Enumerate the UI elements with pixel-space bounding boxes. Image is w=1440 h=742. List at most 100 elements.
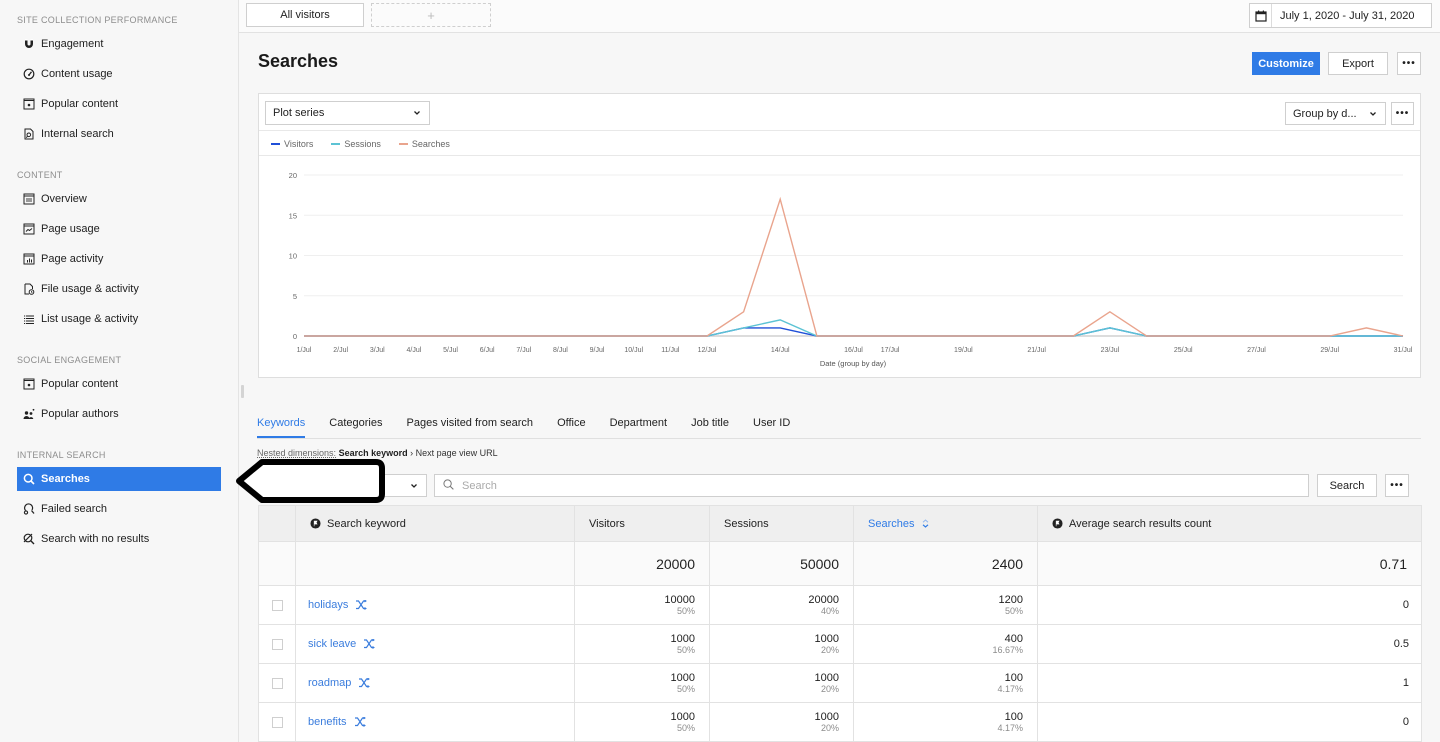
table-row: sick leave 1000 50% 1000 20% 400 16.67% 0.5: [258, 624, 1422, 664]
searches-cell: 100 4.17%: [853, 663, 1038, 703]
plot-series-label: Plot series: [273, 107, 325, 119]
table-more-button[interactable]: •••: [1385, 474, 1409, 497]
segment-all-visitors-button[interactable]: All visitors: [246, 3, 364, 27]
sidebar-item-overview[interactable]: Overview: [17, 187, 221, 211]
legend-item-searches[interactable]: Searches: [398, 139, 450, 149]
legend-swatch: [271, 143, 280, 145]
drilldown-icon[interactable]: [355, 600, 368, 610]
add-segment-button[interactable]: +: [371, 3, 491, 27]
chart-series: [304, 196, 1404, 337]
keyword-link[interactable]: sick leave: [308, 638, 356, 650]
export-button[interactable]: Export: [1328, 52, 1388, 75]
column-header-visitors[interactable]: Visitors: [574, 505, 710, 542]
tab-office[interactable]: Office: [557, 414, 586, 438]
sidebar-item-label: Content usage: [41, 68, 113, 80]
tab-department[interactable]: Department: [610, 414, 667, 438]
series-line-sessions: [304, 319, 1403, 337]
average-results-cell: 0: [1037, 702, 1422, 742]
sidebar-item-file-usage[interactable]: File usage & activity: [17, 277, 221, 301]
sessions-cell: 1000 20%: [709, 624, 854, 664]
date-range-picker[interactable]: July 1, 2020 - July 31, 2020: [1249, 3, 1432, 28]
row-checkbox[interactable]: [271, 638, 283, 650]
row-checkbox[interactable]: [271, 677, 283, 689]
column-header-sessions[interactable]: Sessions: [709, 505, 854, 542]
sidebar-item-popular-authors[interactable]: Popular authors: [17, 402, 221, 426]
chevron-down-icon: [410, 482, 418, 490]
sidebar-item-label: List usage & activity: [41, 313, 139, 325]
column-header-search-keyword[interactable]: Search keyword: [295, 505, 575, 542]
y-tick-label: 20: [289, 171, 297, 180]
search-input[interactable]: [460, 478, 1260, 493]
nested-dimension-2: Next page view URL: [415, 448, 498, 458]
sessions-value: 1000: [814, 710, 839, 723]
drilldown-icon[interactable]: [358, 678, 371, 688]
drilldown-icon[interactable]: [354, 717, 366, 727]
sidebar-item-label: Popular content: [41, 98, 119, 110]
y-tick-label: 0: [293, 332, 297, 341]
sidebar-item-failed-search[interactable]: Failed search: [17, 497, 221, 521]
gauge-icon: [23, 68, 35, 80]
total-visitors: 20000: [574, 541, 710, 586]
tab-pages-visited-from-search[interactable]: Pages visited from search: [407, 414, 534, 438]
totals-row: 20000 50000 2400 0.71: [258, 541, 1422, 586]
legend-item-visitors[interactable]: Visitors: [271, 139, 313, 149]
sessions-cell: 1000 20%: [709, 702, 854, 742]
keyword-link[interactable]: benefits: [308, 716, 347, 728]
chart-card: Plot series Group by d... ••• Visitors S…: [258, 93, 1421, 378]
x-tick-label: 3/Jul: [370, 347, 385, 354]
chart-divider: [259, 130, 1420, 131]
tab-keywords[interactable]: Keywords: [257, 414, 306, 438]
sidebar-item-page-usage[interactable]: Page usage: [17, 217, 221, 241]
sidebar-item-page-activity[interactable]: Page activity: [17, 247, 221, 271]
drilldown-icon[interactable]: [363, 639, 376, 649]
x-tick-label: 17/Jul: [881, 347, 900, 354]
column-header-average-search-results-count[interactable]: Average search results count: [1037, 505, 1422, 542]
total-average-results: 0.71: [1037, 541, 1422, 586]
tab-user-id[interactable]: User ID: [753, 414, 790, 438]
x-tick-label: 12/Jul: [698, 347, 717, 354]
sidebar-item-label: Page activity: [41, 253, 104, 265]
tab-categories[interactable]: Categories: [329, 414, 382, 438]
totals-empty-cell: [295, 541, 575, 586]
series-line-searches: [304, 196, 1404, 337]
sidebar-section-site-collection-performance: SITE COLLECTION PERFORMANCE Engagement C…: [0, 13, 238, 149]
failed-search-icon: [23, 503, 35, 515]
sessions-value: 1000: [814, 671, 839, 684]
window-chart-icon: [23, 223, 35, 235]
keyword-link[interactable]: holidays: [308, 599, 348, 611]
total-sessions: 50000: [709, 541, 854, 586]
series-line-visitors: [304, 327, 1403, 337]
sidebar-item-searches[interactable]: Searches: [17, 467, 221, 491]
window-icon: [23, 193, 35, 205]
searches-cell: 400 16.67%: [853, 624, 1038, 664]
row-select-cell: [258, 624, 296, 664]
sidebar-item-social-popular-content[interactable]: Popular content: [17, 372, 221, 396]
sidebar-item-content-usage[interactable]: Content usage: [17, 62, 221, 86]
sidebar-item-search-no-results[interactable]: Search with no results: [17, 527, 221, 551]
sidebar-item-internal-search[interactable]: Internal search: [17, 122, 221, 146]
row-checkbox[interactable]: [271, 716, 283, 728]
chevron-down-icon: [413, 109, 421, 117]
plot-series-select[interactable]: Plot series: [265, 101, 430, 125]
sidebar-item-list-usage[interactable]: List usage & activity: [17, 307, 221, 331]
sidebar-item-label: Overview: [41, 193, 87, 205]
page-more-button[interactable]: •••: [1397, 52, 1421, 75]
column-header-searches[interactable]: Searches: [853, 505, 1038, 542]
sidebar-item-engagement[interactable]: Engagement: [17, 32, 221, 56]
group-by-select[interactable]: Group by d...: [1285, 102, 1386, 125]
sidebar-item-popular-content[interactable]: Popular content: [17, 92, 221, 116]
search-no-results-icon: [23, 533, 35, 545]
legend-item-sessions[interactable]: Sessions: [331, 139, 381, 149]
tab-job-title[interactable]: Job title: [691, 414, 729, 438]
search-icon: [23, 473, 35, 485]
search-button[interactable]: Search: [1317, 474, 1377, 497]
customize-button[interactable]: Customize: [1252, 52, 1320, 75]
keyword-link[interactable]: roadmap: [308, 677, 351, 689]
searches-percent: 16.67%: [992, 644, 1023, 655]
column-header-label: Average search results count: [1069, 517, 1212, 530]
chart-more-button[interactable]: •••: [1391, 102, 1414, 125]
search-field[interactable]: [434, 474, 1309, 497]
row-checkbox[interactable]: [271, 599, 283, 611]
sidebar-resize-handle[interactable]: [241, 385, 244, 398]
sessions-cell: 20000 40%: [709, 585, 854, 625]
